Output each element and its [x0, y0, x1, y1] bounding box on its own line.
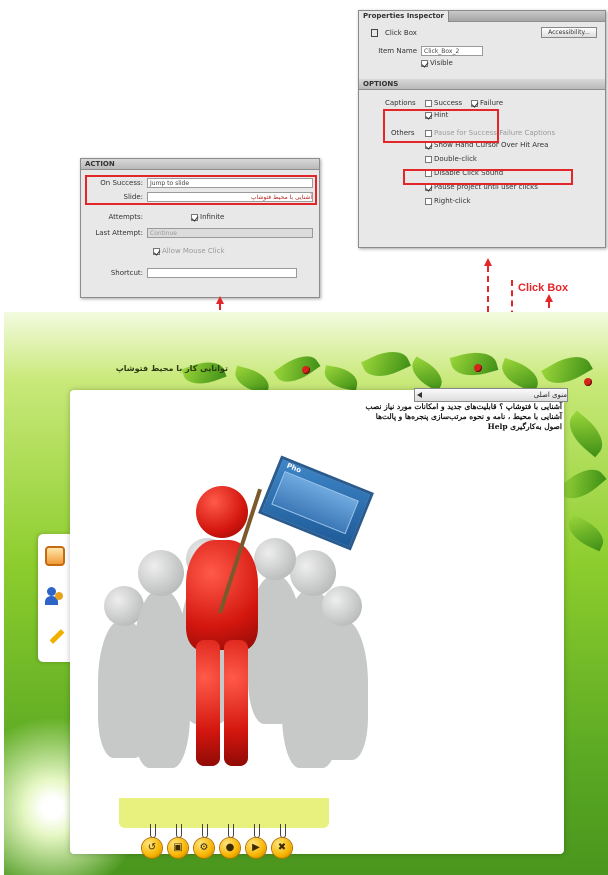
hand-cursor-highlight	[403, 169, 573, 185]
success-slide-highlight	[85, 175, 317, 205]
action-section-title: ACTION	[85, 160, 115, 168]
help-button[interactable]: ●	[220, 838, 240, 858]
grey-figure-head	[138, 550, 184, 596]
arrow-to-click-box-label	[545, 294, 553, 302]
ladybug-icon	[302, 366, 310, 374]
options-section-title: OPTIONS	[363, 80, 399, 88]
click-box-properties-panel: Properties Inspector Click Box Accessibi…	[358, 10, 606, 248]
users-icon[interactable]	[45, 586, 65, 606]
others-row-5: Right-click	[365, 195, 599, 207]
hook-decoration	[254, 824, 260, 838]
infinite-label: Infinite	[200, 213, 225, 221]
item-name-label: Item Name	[378, 47, 417, 55]
others-right-click-checkbox[interactable]	[425, 197, 432, 205]
allow-mouse-checkbox[interactable]	[153, 247, 160, 255]
close-button[interactable]: ✖	[272, 838, 292, 858]
attempts-row: Attempts: Infinite	[87, 211, 313, 223]
undo-button[interactable]: ↺	[142, 838, 162, 858]
item-name-row: Item Name Click_Box_2	[365, 45, 599, 57]
next-button[interactable]: ▶	[246, 838, 266, 858]
pencil-icon[interactable]	[45, 626, 65, 646]
leaf-decoration	[557, 460, 607, 508]
menu-list: آشنایی با فتوشاپ ؟ قابلیت‌های جدید و امک…	[316, 402, 563, 432]
shortcut-field[interactable]	[147, 268, 297, 278]
leaf-decoration	[561, 410, 608, 458]
app-stage: توانایی کار با محیط فتوشاپ Pho منوی اصلی…	[4, 312, 608, 875]
arrow-to-options-panel	[484, 258, 492, 266]
grey-figure	[316, 620, 368, 760]
captions-success-checkbox[interactable]	[425, 99, 432, 107]
action-properties-panel: ACTION On Success: Jump to slide Slide: …	[80, 158, 320, 298]
red-figure-leg-left	[196, 640, 220, 766]
click-box-icon	[371, 29, 378, 37]
menu-item-1[interactable]: آشنایی با محیط ، نامه و نحوه مرتب‌سازی پ…	[316, 412, 562, 422]
grey-figure-head	[322, 586, 362, 626]
leaf-decoration	[360, 343, 412, 385]
allow-mouse-label: Allow Mouse Click	[162, 247, 225, 255]
captions-failure-label: Failure	[480, 99, 504, 107]
hook-decoration	[280, 824, 286, 838]
content-card	[70, 390, 564, 854]
allow-mouse-row: Allow Mouse Click	[87, 245, 313, 257]
object-label: Click Box	[385, 29, 417, 37]
others-item-2: Double-click	[434, 155, 477, 163]
arrow-to-action-panel	[216, 296, 224, 304]
hook-decoration	[176, 824, 182, 838]
visible-label: Visible	[430, 59, 453, 67]
hook-decoration	[228, 824, 234, 838]
folder-button[interactable]: ▣	[168, 838, 188, 858]
menu-arrow-icon	[417, 392, 422, 398]
last-attempt-row: Last Attempt: Continue	[87, 227, 313, 239]
ladybug-icon	[474, 364, 482, 372]
menu-item-0[interactable]: آشنایی با فتوشاپ ؟ قابلیت‌های جدید و امک…	[316, 402, 563, 412]
leaf-decoration	[322, 365, 360, 391]
red-figure-body	[186, 540, 258, 650]
shortcut-label: Shortcut:	[110, 269, 143, 277]
captions-label: Captions	[385, 99, 416, 107]
grey-figure-head	[254, 538, 296, 580]
menu-bar-label: منوی اصلی	[533, 391, 567, 399]
click-box-annotation: Click Box	[518, 282, 569, 294]
visible-checkbox[interactable]	[421, 59, 428, 67]
leaf-decoration	[563, 514, 608, 552]
side-toolbar	[38, 534, 72, 662]
captions-row: Captions Success Failure	[365, 97, 599, 109]
app-title: توانایی کار با محیط فتوشاپ	[115, 364, 228, 373]
visible-row: Visible	[365, 57, 599, 69]
last-attempt-select[interactable]: Continue	[147, 228, 313, 238]
leaf-decoration	[273, 347, 321, 391]
properties-tab-bar: Properties Inspector	[359, 11, 605, 22]
menu-item-2[interactable]: اصول به‌کارگیری Help	[316, 422, 562, 432]
object-type-row: Click Box Accessibility...	[365, 27, 599, 39]
others-row-2: Double-click	[365, 153, 599, 165]
accessibility-button[interactable]: Accessibility...	[541, 27, 597, 38]
leaf-decoration	[449, 346, 499, 382]
ladybug-icon	[584, 378, 592, 386]
shortcut-row: Shortcut:	[87, 267, 313, 279]
hook-decoration	[150, 824, 156, 838]
red-figure-head	[196, 486, 248, 538]
last-attempt-label: Last Attempt:	[95, 229, 143, 237]
settings-button[interactable]: ⚙	[194, 838, 214, 858]
infinite-checkbox[interactable]	[191, 213, 198, 221]
options-section-header: OPTIONS	[359, 79, 605, 90]
hook-decoration	[202, 824, 208, 838]
notebook-icon[interactable]	[45, 546, 65, 566]
main-menu-bar[interactable]: منوی اصلی	[414, 388, 568, 402]
item-name-field[interactable]: Click_Box_2	[421, 46, 483, 56]
captions-highlight	[383, 109, 499, 143]
leaf-decoration	[406, 356, 448, 392]
captions-failure-checkbox[interactable]	[471, 99, 478, 107]
attempts-label: Attempts:	[108, 213, 143, 221]
captions-success-label: Success	[434, 99, 463, 107]
others-item-5: Right-click	[434, 197, 471, 205]
tab-properties-inspector[interactable]: Properties Inspector	[359, 11, 449, 22]
red-figure-leg-right	[224, 640, 248, 766]
others-double-click-checkbox[interactable]	[425, 155, 432, 163]
action-section-header: ACTION	[81, 159, 319, 170]
